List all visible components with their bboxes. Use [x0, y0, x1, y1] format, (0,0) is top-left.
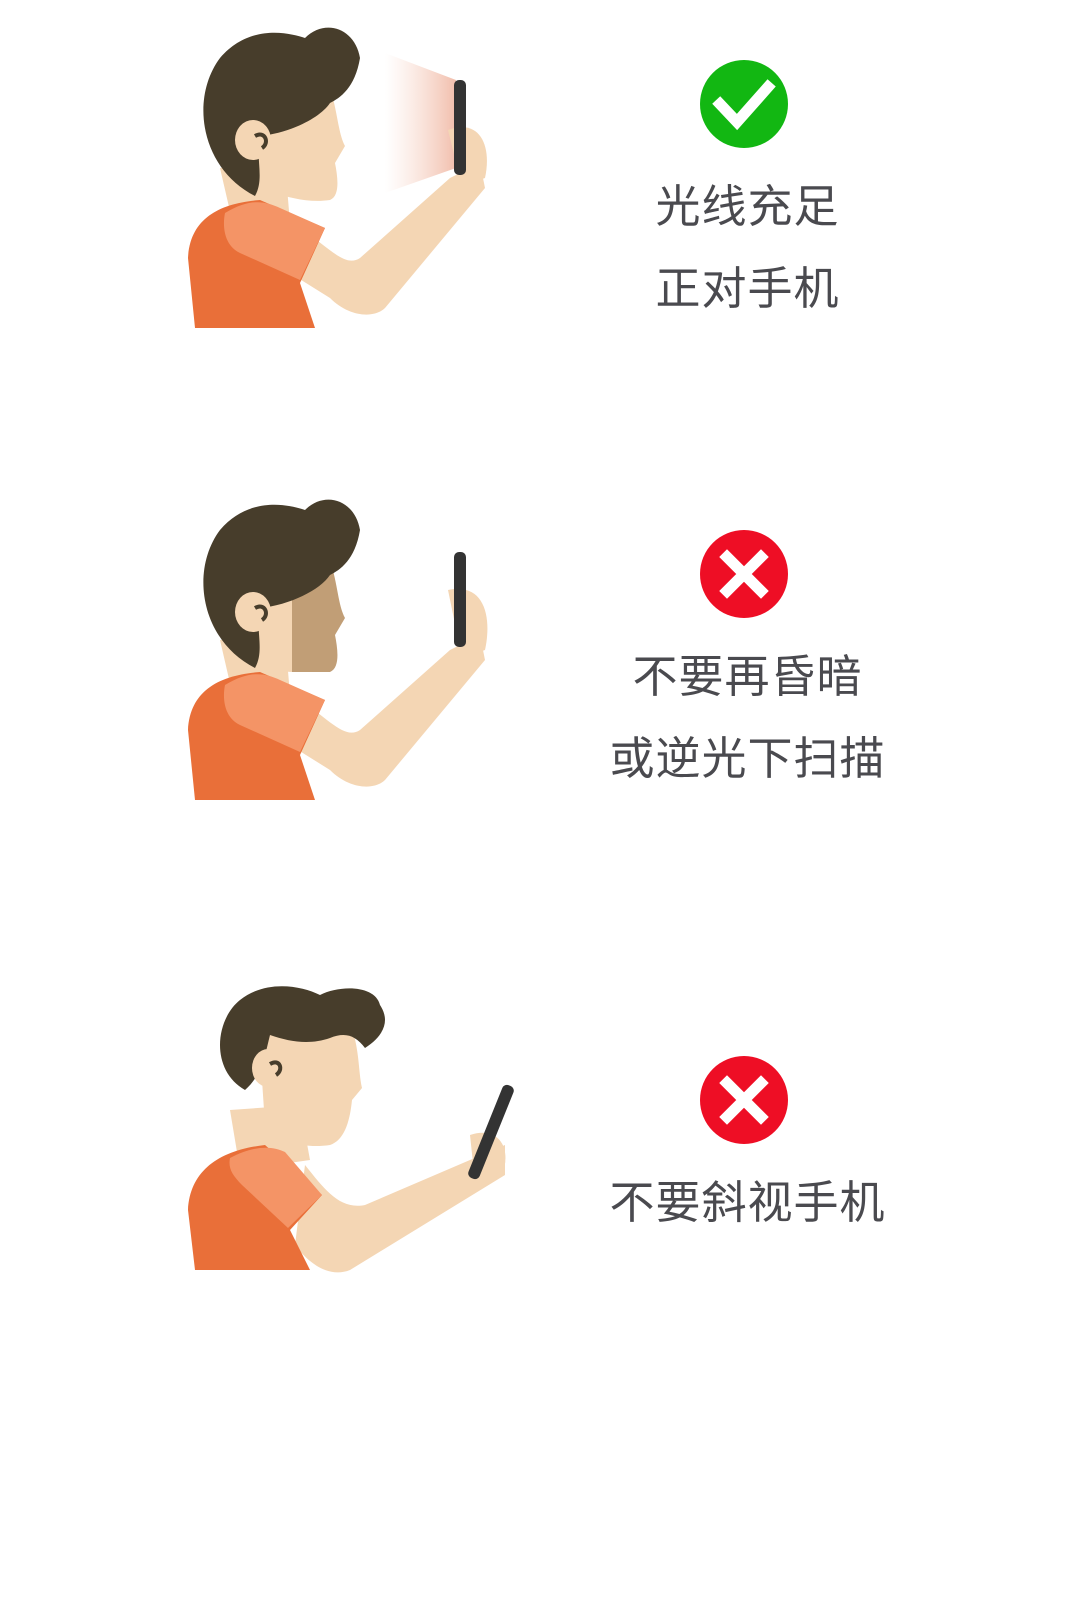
caption-line-2: 正对手机	[655, 262, 840, 315]
caption-line-2: 或逆光下扫描	[609, 732, 886, 785]
person-in-dark-illustration	[188, 499, 488, 800]
caption-line-1: 不要斜视手机	[609, 1176, 886, 1229]
person-facing-phone-illustration	[188, 27, 487, 328]
tip-dark-backlight: 不要再昏暗 或逆光下扫描	[0, 490, 1080, 820]
person-tilted-phone-illustration	[188, 986, 514, 1273]
x-circle-icon	[700, 1056, 788, 1144]
tip-caption: 不要斜视手机	[560, 1162, 935, 1244]
caption-line-1: 光线充足	[655, 180, 840, 233]
caption-line-1: 不要再昏暗	[632, 650, 863, 703]
tip-caption: 光线充足 正对手机	[560, 166, 935, 330]
tip-caption: 不要再昏暗 或逆光下扫描	[560, 636, 935, 800]
tip-good-lighting: 光线充足 正对手机	[0, 18, 1080, 348]
x-circle-icon	[700, 530, 788, 618]
tip-no-squint: 不要斜视手机	[0, 960, 1080, 1290]
check-circle-icon	[700, 60, 788, 148]
